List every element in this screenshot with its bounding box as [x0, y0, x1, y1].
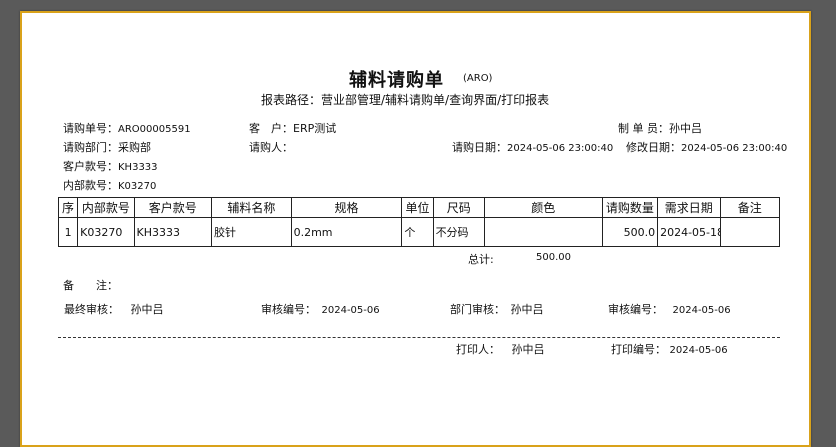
review-no2-value: 2024-05-06	[672, 305, 731, 316]
review-no2-field: 审核编号： 2024-05-06	[608, 301, 731, 317]
modify-date-field: 修改日期：2024-05-06 23:00:40	[626, 139, 787, 155]
request-date-field: 请购日期：2024-05-06 23:00:40	[452, 139, 613, 155]
cell-size: 不分码	[432, 217, 485, 247]
items-table: 序 内部款号 客户款号 辅料名称 规格 单位 尺码 颜色 请购数量 需求日期 备…	[57, 197, 781, 247]
final-review-field: 最终审核： 孙中吕	[64, 301, 164, 317]
requester-field: 请购人：	[249, 139, 293, 155]
cell-customer-no: KH3333	[133, 217, 213, 247]
modify-date-label: 修改日期：	[626, 141, 681, 154]
maker-value: 孙中吕	[669, 122, 702, 135]
dept-review-value: 孙中吕	[510, 303, 544, 316]
table-header-row: 序 内部款号 客户款号 辅料名称 规格 单位 尺码 颜色 请购数量 需求日期 备…	[57, 197, 781, 218]
report-title: 辅料请购单	[349, 70, 444, 91]
table-row: 1 K03270 KH3333 胶针 0.2mm 个 不分码 500.0 202…	[57, 217, 781, 247]
report-path: 报表路径：营业部管理/辅料请购单/查询界面/打印报表	[261, 93, 550, 107]
total-value: 500.00	[536, 252, 571, 263]
customer-label: 客 户：	[249, 122, 293, 135]
order-no-field: 请购单号：ARO00005591	[63, 120, 191, 136]
col-header: 备注	[719, 197, 781, 218]
col-header: 序	[57, 197, 79, 218]
col-header: 需求日期	[657, 197, 721, 218]
customer-value: ERP测试	[293, 122, 337, 135]
final-review-label: 最终审核：	[64, 303, 119, 316]
review-no-field: 审核编号： 2024-05-06	[261, 301, 380, 317]
customer-field: 客 户：ERP测试	[249, 120, 336, 136]
maker-label: 制 单 员：	[618, 122, 669, 135]
internal-no-field: 内部款号：K03270	[63, 177, 156, 193]
printer-value: 孙中吕	[511, 343, 545, 356]
col-header: 尺码	[432, 197, 485, 218]
cell-need-date: 2024-05-18	[657, 217, 721, 247]
dept-value: 采购部	[118, 141, 151, 154]
report-page: 辅料请购单 (ARO) 报表路径：营业部管理/辅料请购单/查询界面/打印报表 请…	[20, 11, 811, 447]
dept-review-field: 部门审核： 孙中吕	[450, 301, 544, 317]
internal-no-label: 内部款号：	[63, 179, 118, 192]
maker-field: 制 单 员：孙中吕	[618, 120, 702, 136]
request-date-value: 2024-05-06 23:00:40	[507, 143, 614, 154]
dashed-divider	[58, 337, 780, 338]
total-label: 总计:	[468, 253, 494, 266]
request-date-label: 请购日期：	[452, 141, 507, 154]
customer-no-value: KH3333	[118, 162, 158, 173]
customer-no-label: 客户款号：	[63, 160, 118, 173]
review-no-value: 2024-05-06	[321, 305, 380, 316]
modify-date-value: 2024-05-06 23:00:40	[681, 143, 788, 154]
order-no-value: ARO00005591	[118, 124, 191, 135]
requester-label: 请购人：	[249, 141, 293, 154]
printer-label: 打印人：	[456, 343, 500, 356]
internal-no-value: K03270	[118, 181, 157, 192]
remark-field: 备 注：	[63, 277, 118, 293]
dept-label: 请购部门：	[63, 141, 118, 154]
cell-internal-no: K03270	[77, 217, 135, 247]
cell-seq: 1	[57, 217, 79, 247]
col-header: 辅料名称	[211, 197, 292, 218]
remark-label: 备 注：	[63, 279, 118, 292]
cell-unit: 个	[401, 217, 434, 247]
report-code: (ARO)	[463, 73, 493, 84]
col-header: 请购数量	[601, 197, 659, 218]
col-header: 颜色	[483, 197, 603, 218]
review-no-label: 审核编号：	[261, 303, 316, 316]
cell-quantity: 500.0	[601, 217, 659, 247]
print-no-label: 打印编号：	[611, 343, 666, 356]
col-header: 内部款号	[77, 197, 135, 218]
print-no-value: 2024-05-06	[669, 345, 728, 356]
review-no2-label: 审核编号：	[608, 303, 663, 316]
cell-spec: 0.2mm	[290, 217, 403, 247]
print-no-field: 打印编号： 2024-05-06	[611, 341, 728, 357]
dept-field: 请购部门：采购部	[63, 139, 151, 155]
cell-color	[483, 217, 603, 247]
printer-field: 打印人： 孙中吕	[456, 341, 545, 357]
col-header: 规格	[290, 197, 403, 218]
dept-review-label: 部门审核：	[450, 303, 505, 316]
cell-remark	[719, 217, 781, 247]
cell-material-name: 胶针	[211, 217, 292, 247]
col-header: 客户款号	[133, 197, 213, 218]
customer-no-field: 客户款号：KH3333	[63, 158, 158, 174]
col-header: 单位	[401, 197, 434, 218]
final-review-value: 孙中吕	[130, 303, 164, 316]
order-no-label: 请购单号：	[63, 122, 118, 135]
